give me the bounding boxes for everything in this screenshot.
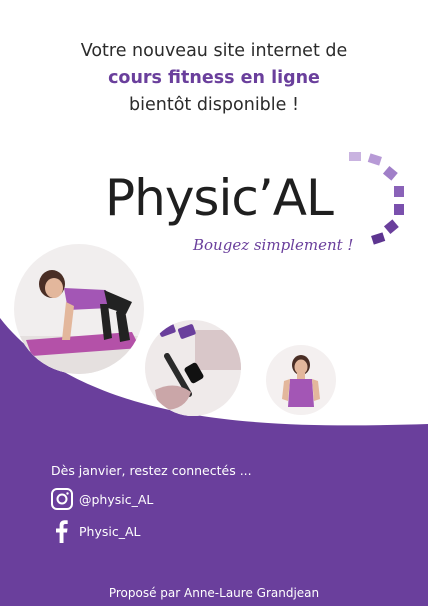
instagram-link[interactable]: @physic_AL (51, 488, 153, 510)
brand-logo: Physic’AL (105, 169, 334, 227)
photo-exercise-mat (14, 244, 144, 374)
headline-line-1: Votre nouveau site internet de (80, 41, 348, 61)
instagram-handle: @physic_AL (79, 491, 154, 507)
logo-ring-icon (349, 152, 404, 245)
brand-tagline: Bougez simplement ! (193, 236, 354, 254)
flyer-page: Votre nouveau site internet de cours fit… (0, 0, 428, 606)
photo-portrait (266, 345, 336, 415)
headline: Votre nouveau site internet de cours fit… (0, 38, 428, 119)
headline-line-2: cours fitness en ligne (108, 68, 320, 88)
headline-line-3: bientôt disponible ! (129, 95, 299, 115)
facebook-link[interactable]: Physic_AL (51, 519, 140, 543)
author-credit: Proposé par Anne-Laure Grandjean (108, 586, 320, 600)
photo-dumbbells-watch (145, 320, 241, 416)
facebook-icon (56, 520, 68, 543)
instagram-icon (51, 488, 73, 510)
facebook-handle: Physic_AL (79, 523, 141, 539)
footer-intro: Dès janvier, restez connectés ... (51, 463, 252, 478)
